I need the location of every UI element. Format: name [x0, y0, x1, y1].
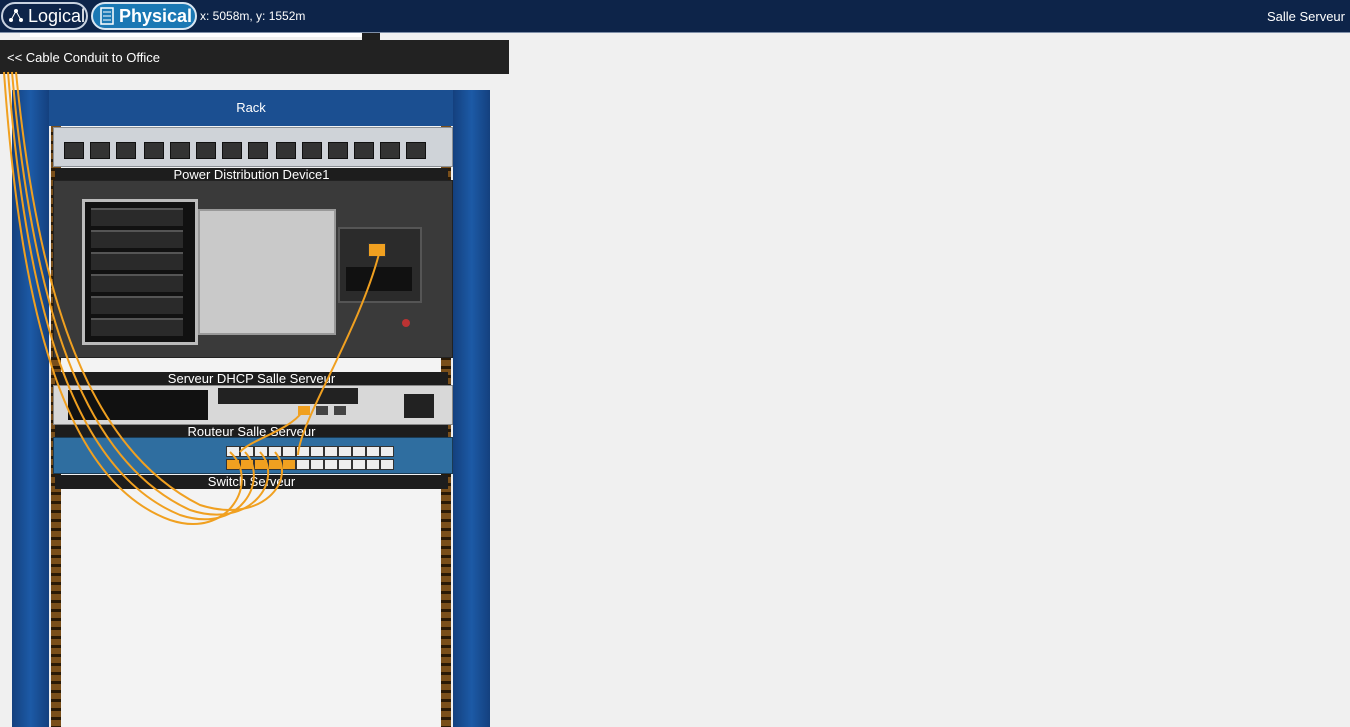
- switch-port[interactable]: [226, 459, 240, 470]
- physical-tab-label: Physical: [119, 5, 193, 26]
- pdu-port[interactable]: [354, 142, 374, 159]
- coordinates-readout: x: 5058m, y: 1552m: [200, 9, 306, 23]
- logical-tab[interactable]: Logical: [1, 2, 88, 30]
- router-port[interactable]: [316, 406, 328, 415]
- dhcp-server[interactable]: [53, 180, 453, 358]
- pdu-port[interactable]: [116, 142, 136, 159]
- switch-port[interactable]: [310, 459, 324, 470]
- pdu-port[interactable]: [406, 142, 426, 159]
- toolbar-underline: [20, 33, 362, 37]
- switch-port[interactable]: [352, 459, 366, 470]
- switch-port[interactable]: [254, 459, 268, 470]
- switch-port[interactable]: [254, 446, 268, 457]
- switch-port[interactable]: [366, 459, 380, 470]
- rack-post-left: [12, 90, 49, 727]
- pdu-port[interactable]: [248, 142, 268, 159]
- switch-port[interactable]: [240, 459, 254, 470]
- switch-port[interactable]: [282, 446, 296, 457]
- switch-port[interactable]: [366, 446, 380, 457]
- rack-title: Rack: [236, 100, 266, 115]
- switch-port[interactable]: [296, 446, 310, 457]
- switch[interactable]: [53, 437, 453, 474]
- logical-view-icon: [9, 9, 23, 22]
- pdu-port[interactable]: [90, 142, 110, 159]
- switch-port[interactable]: [296, 459, 310, 470]
- pdu-port[interactable]: [170, 142, 190, 159]
- server-power-button[interactable]: [402, 319, 410, 327]
- switch-port[interactable]: [380, 459, 394, 470]
- pdu-port[interactable]: [144, 142, 164, 159]
- physical-view-icon: [100, 7, 114, 25]
- pdu-port[interactable]: [196, 142, 216, 159]
- current-location-label: Salle Serveur: [1266, 9, 1345, 24]
- switch-port[interactable]: [268, 459, 282, 470]
- switch-port[interactable]: [310, 446, 324, 457]
- router-port[interactable]: [334, 406, 346, 415]
- switch-port[interactable]: [338, 459, 352, 470]
- switch-port[interactable]: [268, 446, 282, 457]
- switch-port[interactable]: [380, 446, 394, 457]
- switch-port[interactable]: [352, 446, 366, 457]
- switch-port[interactable]: [282, 459, 296, 470]
- logical-tab-label: Logical: [28, 5, 86, 26]
- switch-port[interactable]: [226, 446, 240, 457]
- pdu-port[interactable]: [302, 142, 322, 159]
- top-toolbar: Logical Physical x: 5058m, y: 1552m Sall…: [0, 0, 1350, 33]
- pdu-port[interactable]: [64, 142, 84, 159]
- toolbar-notch: [362, 33, 380, 40]
- pdu-port[interactable]: [222, 142, 242, 159]
- pdu-port[interactable]: [276, 142, 296, 159]
- physical-tab[interactable]: Physical: [91, 2, 197, 30]
- server-drive-bays: [82, 199, 198, 345]
- server-network-card[interactable]: [338, 227, 422, 303]
- switch-port[interactable]: [240, 446, 254, 457]
- server-power-supply: [198, 209, 336, 335]
- switch-port[interactable]: [324, 446, 338, 457]
- device-label-dhcp-server: Serveur DHCP Salle Serveur: [55, 372, 448, 386]
- router-power-socket: [404, 394, 434, 418]
- switch-port[interactable]: [338, 446, 352, 457]
- rack-post-right: [453, 90, 490, 727]
- switch-port[interactable]: [324, 459, 338, 470]
- pdu-port[interactable]: [380, 142, 400, 159]
- server-ethernet-port[interactable]: [368, 243, 386, 257]
- device-label-switch: Switch Serveur: [55, 475, 448, 489]
- back-to-cable-conduit-link[interactable]: << Cable Conduit to Office: [0, 40, 509, 74]
- pdu-port[interactable]: [328, 142, 348, 159]
- router[interactable]: [53, 385, 453, 425]
- router-module-slot: [68, 390, 208, 420]
- power-distribution-device[interactable]: [53, 127, 453, 167]
- router-port[interactable]: [298, 406, 310, 415]
